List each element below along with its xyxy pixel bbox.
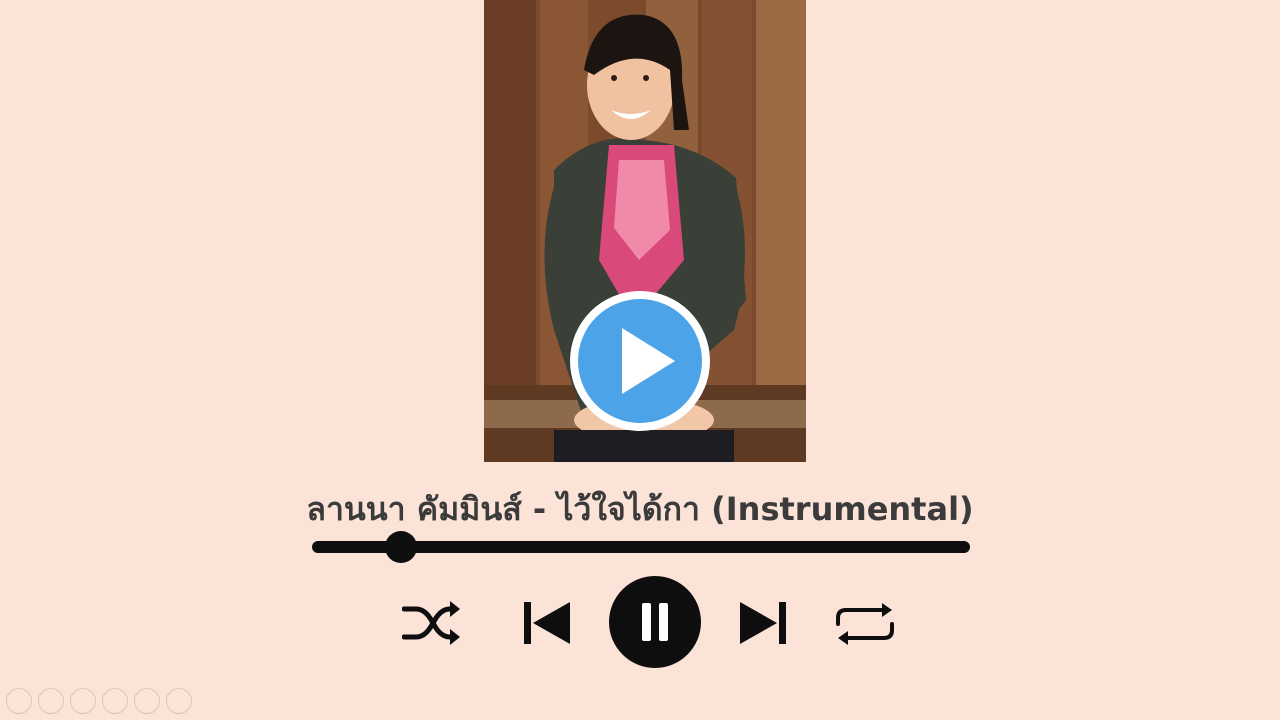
pause-icon xyxy=(609,576,701,668)
skip-next-icon xyxy=(740,602,786,644)
forward-arrow-icon[interactable] xyxy=(38,688,64,714)
repeat-button[interactable] xyxy=(832,602,898,646)
pause-button[interactable] xyxy=(608,575,702,669)
play-overlay-button[interactable] xyxy=(567,288,713,434)
previous-button[interactable] xyxy=(522,600,572,646)
slides-grid-icon[interactable] xyxy=(102,688,128,714)
progress-knob[interactable] xyxy=(384,531,417,563)
slideshow-toolbar xyxy=(6,688,192,714)
repeat-icon xyxy=(836,603,894,645)
track-title: ลานนา คัมมินส์ - ไว้ใจได้กา (Instrumenta… xyxy=(306,490,974,528)
skip-previous-icon xyxy=(524,602,570,644)
shuffle-icon xyxy=(402,601,460,645)
progress-bar[interactable] xyxy=(312,531,970,563)
shuffle-button[interactable] xyxy=(402,600,462,646)
pen-icon[interactable] xyxy=(70,688,96,714)
next-button[interactable] xyxy=(738,600,788,646)
play-icon xyxy=(570,291,710,431)
player-screen: ลานนา คัมมินส์ - ไว้ใจได้กา (Instrumenta… xyxy=(0,0,1280,720)
back-arrow-icon[interactable] xyxy=(6,688,32,714)
more-options-icon[interactable] xyxy=(166,688,192,714)
zoom-icon[interactable] xyxy=(134,688,160,714)
